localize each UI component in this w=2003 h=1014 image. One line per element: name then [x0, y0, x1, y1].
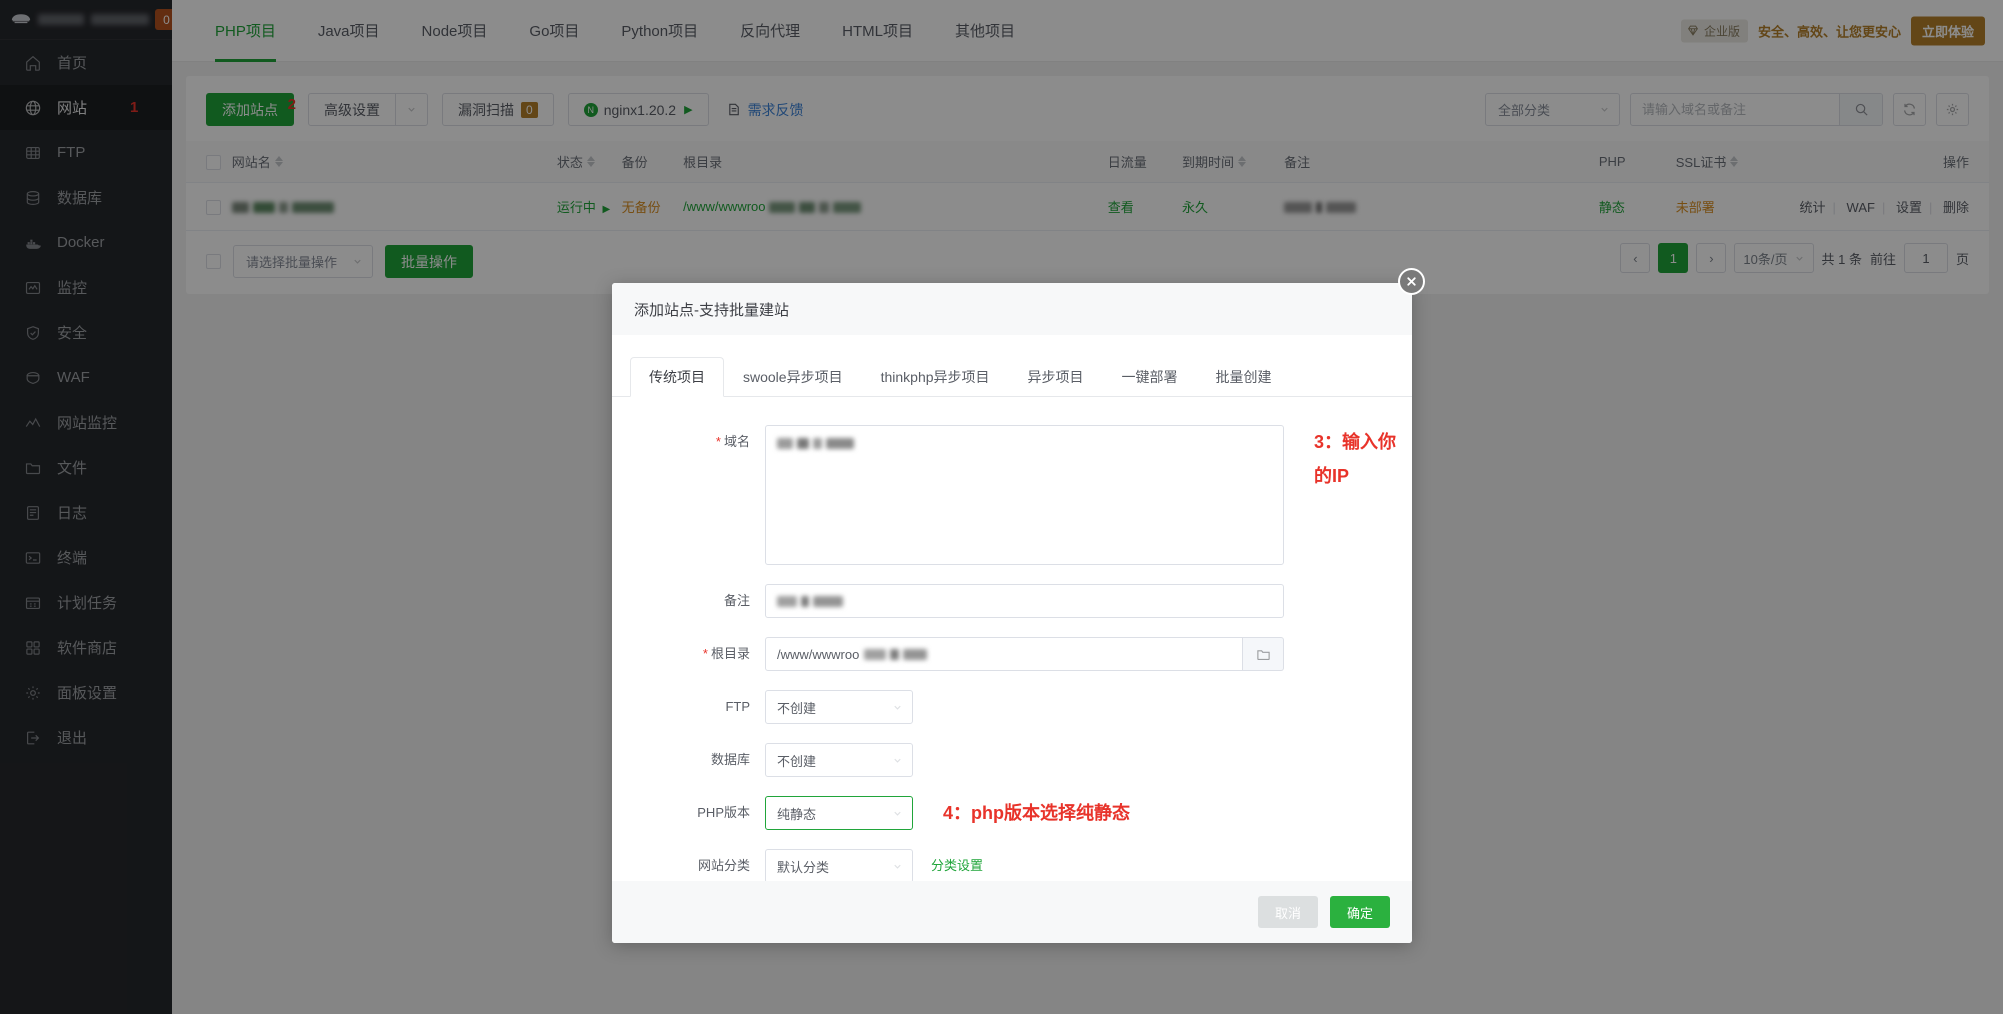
- php-version-label: PHP版本: [697, 805, 750, 820]
- modal-tab-async[interactable]: 异步项目: [1009, 357, 1103, 397]
- database-select[interactable]: 不创建: [765, 743, 913, 777]
- modal-tab-traditional[interactable]: 传统项目: [630, 357, 724, 397]
- domain-value-blurred: [777, 438, 854, 450]
- field-row-domain: * 域名 3：输入你的IP: [612, 425, 1412, 565]
- folder-icon: [1256, 649, 1270, 660]
- chevron-down-icon: [894, 758, 901, 763]
- domain-label: * 域名: [612, 425, 765, 459]
- database-select-value: 不创建: [777, 753, 817, 769]
- app-root: 0 首页 网站 1 FTP 数据库 Docker 监控 安全 WAF 网站监控 …: [0, 0, 2003, 1014]
- field-row-database: 数据库 不创建: [612, 743, 1412, 777]
- close-icon: [1407, 277, 1416, 286]
- modal-tab-swoole[interactable]: swoole异步项目: [724, 357, 862, 397]
- modal-tab-onekey-deploy[interactable]: 一键部署: [1103, 357, 1197, 397]
- note-value-blurred: [777, 595, 843, 607]
- category-label: 网站分类: [697, 858, 750, 873]
- modal-body: * 域名 3：输入你的IP 备注 * 根目录 /www/wwwroo FTP 不…: [612, 397, 1412, 881]
- category-select-value: 默认分类: [777, 859, 830, 875]
- domain-label-text: 域名: [723, 434, 750, 449]
- confirm-button[interactable]: 确定: [1329, 896, 1390, 928]
- category-settings-link[interactable]: 分类设置: [931, 849, 983, 881]
- step-3-annotation: 3：输入你的IP: [1314, 432, 1397, 486]
- required-marker: *: [715, 434, 721, 449]
- modal-title: 添加站点-支持批量建站: [612, 283, 1412, 335]
- browse-directory-button[interactable]: [1243, 637, 1284, 671]
- root-input-value: /www/wwwroo: [777, 646, 860, 662]
- modal-close-button[interactable]: [1398, 268, 1425, 295]
- step-4-annotation: 4：php版本选择纯静态: [943, 803, 1130, 823]
- field-row-category: 网站分类 默认分类 分类设置: [612, 849, 1412, 881]
- modal-tab-thinkphp[interactable]: thinkphp异步项目: [862, 357, 1009, 397]
- add-site-modal: 添加站点-支持批量建站 传统项目 swoole异步项目 thinkphp异步项目…: [612, 283, 1412, 943]
- field-row-root: * 根目录 /www/wwwroo: [612, 637, 1412, 671]
- domain-textarea[interactable]: [765, 425, 1284, 565]
- chevron-down-icon: [894, 811, 901, 816]
- modal-tab-batch-create[interactable]: 批量创建: [1197, 357, 1291, 397]
- root-input[interactable]: /www/wwwroo: [765, 637, 1243, 671]
- field-row-ftp: FTP 不创建: [612, 690, 1412, 724]
- field-row-php-version: PHP版本 纯静态 4：php版本选择纯静态: [612, 796, 1412, 830]
- php-version-select-value: 纯静态: [777, 806, 817, 822]
- modal-tabs: 传统项目 swoole异步项目 thinkphp异步项目 异步项目 一键部署 批…: [612, 335, 1412, 397]
- ftp-select-value: 不创建: [777, 700, 817, 716]
- ftp-label: FTP: [725, 699, 750, 714]
- database-label: 数据库: [710, 752, 750, 767]
- chevron-down-icon: [894, 705, 901, 710]
- category-select[interactable]: 默认分类: [765, 849, 913, 881]
- root-value-blurred: [864, 648, 928, 660]
- root-label-text: 根目录: [710, 646, 750, 661]
- field-row-note: 备注: [612, 584, 1412, 618]
- cancel-button[interactable]: 取消: [1257, 896, 1318, 928]
- ftp-select[interactable]: 不创建: [765, 690, 913, 724]
- chevron-down-icon: [894, 864, 901, 869]
- note-input[interactable]: [765, 584, 1284, 618]
- php-version-select[interactable]: 纯静态: [765, 796, 913, 830]
- note-label: 备注: [723, 593, 750, 608]
- modal-footer: 取消 确定: [612, 881, 1412, 943]
- root-label: * 根目录: [612, 637, 765, 671]
- required-marker: *: [702, 646, 708, 661]
